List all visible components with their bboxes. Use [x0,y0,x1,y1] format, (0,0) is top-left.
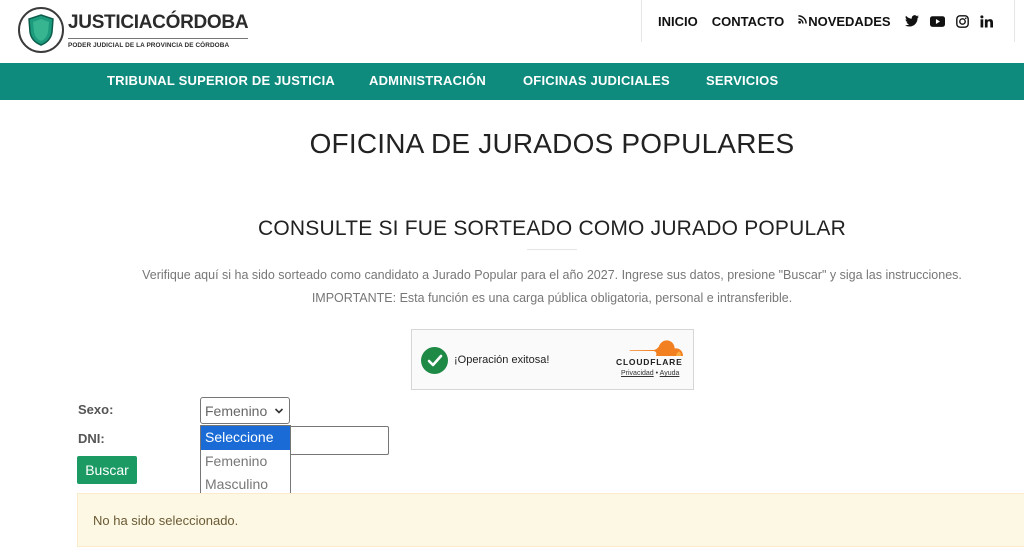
title-divider [527,249,577,250]
page-title: OFICINA DE JURADOS POPULARES [309,128,795,159]
privacy-link[interactable]: Privacidad [621,370,654,377]
dni-label: DNI: [78,431,105,446]
top-nav: INICIO CONTACTO NOVEDADES [658,12,1004,30]
twitter-icon[interactable] [904,15,919,27]
sexo-label: Sexo: [78,402,114,417]
social-links [904,14,1004,28]
important-notice: IMPORTANTE: Esta función es una carga pú… [311,291,793,305]
sexo-select-value: Femenino [205,403,268,419]
captcha-links: Privacidad • Ayuda [621,370,679,377]
logo-title-main: JUSTICIA [68,11,153,33]
buscar-button[interactable]: Buscar [77,456,137,484]
main-nav-administracion[interactable]: ADMINISTRACIÓN [369,73,486,88]
sexo-dropdown-list: Seleccione Femenino Masculino [200,425,291,498]
link-separator: • [655,370,659,377]
cloudflare-captcha[interactable]: ¡Operación exitosa! CLOUDFLARE Privacida… [411,329,694,390]
success-check-icon [421,347,448,374]
help-link[interactable]: Ayuda [660,370,680,377]
main-nav-tribunal[interactable]: TRIBUNAL SUPERIOR DE JUSTICIA [107,73,335,88]
description-text: Verifique aquí si ha sido sorteado como … [142,268,962,282]
nav-link-novedades-label: NOVEDADES [808,13,891,29]
main-nav-oficinas[interactable]: OFICINAS JUDICIALES [523,73,670,88]
sexo-select[interactable]: Femenino [200,397,290,424]
chevron-down-icon [274,403,284,419]
nav-link-novedades[interactable]: NOVEDADES [798,13,891,29]
main-nav: TRIBUNAL SUPERIOR DE JUSTICIA ADMINISTRA… [0,63,1024,100]
instagram-icon[interactable] [955,14,969,28]
shield-logo-icon [18,7,64,53]
logo-title-region: CÓRDOBA [152,11,249,33]
nav-link-inicio[interactable]: INICIO [658,14,698,29]
rss-icon [798,15,808,27]
header-divider [1014,0,1015,42]
youtube-icon[interactable] [929,15,945,27]
sexo-option-seleccione[interactable]: Seleccione [201,426,290,450]
site-logo[interactable]: JUSTICIACÓRDOBA PODER JUDICIAL DE LA PRO… [18,7,249,53]
dni-input[interactable] [288,426,389,455]
main-nav-servicios[interactable]: SERVICIOS [706,73,778,88]
logo-subtitle: PODER JUDICIAL DE LA PROVINCIA DE CÓRDOB… [68,37,249,49]
cloudflare-brand: CLOUDFLARE [616,357,683,367]
section-title: CONSULTE SI FUE SORTEADO COMO JURADO POP… [258,217,846,240]
linkedin-icon[interactable] [979,14,993,28]
captcha-message: ¡Operación exitosa! [454,354,550,366]
sexo-option-femenino[interactable]: Femenino [201,450,290,474]
result-alert: No ha sido seleccionado. [77,493,1024,547]
header-divider [641,0,642,42]
nav-link-contacto[interactable]: CONTACTO [712,14,784,29]
site-header: JUSTICIACÓRDOBA PODER JUDICIAL DE LA PRO… [0,0,1024,63]
result-alert-text: No ha sido seleccionado. [93,513,239,528]
